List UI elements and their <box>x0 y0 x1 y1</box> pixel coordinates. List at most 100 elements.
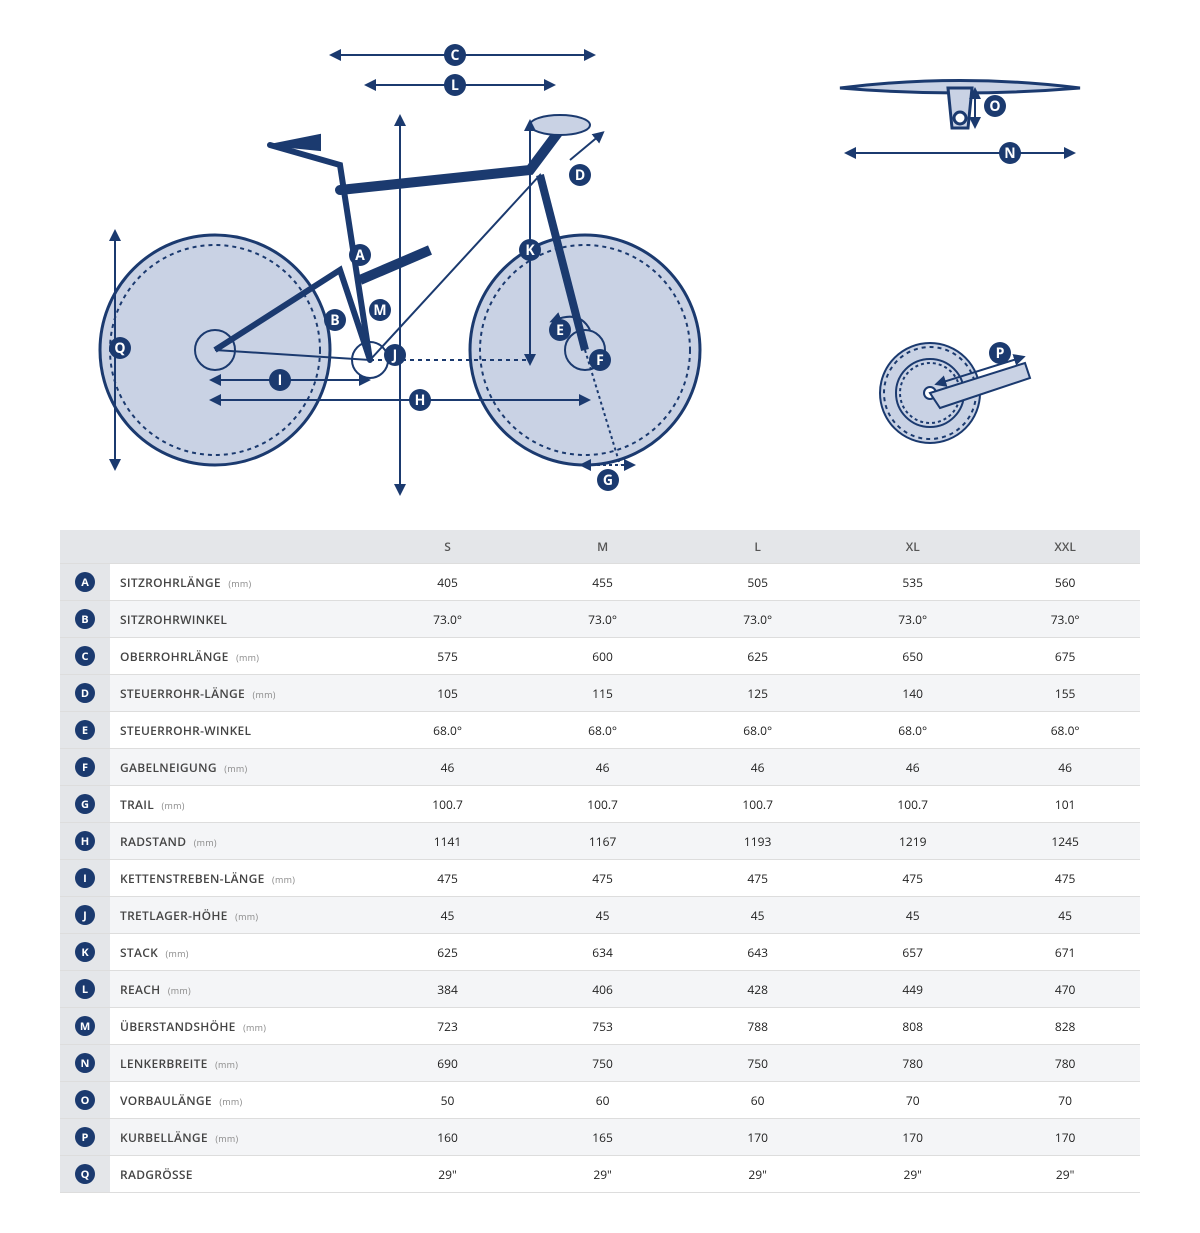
row-value: 29" <box>990 1156 1140 1193</box>
row-value: 723 <box>370 1008 525 1045</box>
row-label: GABELNEIGUNG (mm) <box>110 749 370 786</box>
geo-row: JTRETLAGER-HÖHE (mm)4545454545 <box>60 897 1140 934</box>
row-value: 60 <box>525 1082 680 1119</box>
row-label: RADGRÖSSE <box>110 1156 370 1193</box>
dim-badge-f: F <box>589 349 611 371</box>
row-value: 46 <box>370 749 525 786</box>
svg-text:C: C <box>451 46 460 65</box>
geo-row: PKURBELLÄNGE (mm)160165170170170 <box>60 1119 1140 1156</box>
svg-text:M: M <box>373 301 386 320</box>
row-value: 828 <box>990 1008 1140 1045</box>
row-label: STEUERROHR-LÄNGE (mm) <box>110 675 370 712</box>
svg-text:P: P <box>996 344 1005 363</box>
row-label: KURBELLÄNGE (mm) <box>110 1119 370 1156</box>
row-value: 46 <box>525 749 680 786</box>
row-value: 475 <box>680 860 835 897</box>
row-value: 105 <box>370 675 525 712</box>
geo-row: KSTACK (mm)625634643657671 <box>60 934 1140 971</box>
row-value: 70 <box>990 1082 1140 1119</box>
row-value: 428 <box>680 971 835 1008</box>
row-value: 780 <box>990 1045 1140 1082</box>
row-value: 170 <box>990 1119 1140 1156</box>
svg-text:D: D <box>575 166 585 185</box>
dim-badge-e: E <box>549 319 571 341</box>
geo-row: MÜBERSTANDSHÖHE (mm)723753788808828 <box>60 1008 1140 1045</box>
dim-badge-a: A <box>349 244 371 266</box>
row-value: 405 <box>370 564 525 601</box>
row-value: 155 <box>990 675 1140 712</box>
row-label: REACH (mm) <box>110 971 370 1008</box>
row-value: 1193 <box>680 823 835 860</box>
geo-row: ASITZROHRLÄNGE (mm)405455505535560 <box>60 564 1140 601</box>
row-value: 46 <box>990 749 1140 786</box>
row-value: 73.0° <box>370 601 525 638</box>
row-value: 140 <box>835 675 990 712</box>
row-key-badge: C <box>75 646 95 666</box>
dim-badge-g: G <box>597 469 619 491</box>
row-value: 160 <box>370 1119 525 1156</box>
svg-text:G: G <box>603 471 613 490</box>
row-value: 101 <box>990 786 1140 823</box>
row-label: SITZROHRWINKEL <box>110 601 370 638</box>
row-value: 1167 <box>525 823 680 860</box>
dim-badge-o: O <box>984 95 1006 117</box>
row-key-badge: F <box>75 757 95 777</box>
svg-text:K: K <box>525 241 535 260</box>
row-value: 68.0° <box>525 712 680 749</box>
row-label: RADSTAND (mm) <box>110 823 370 860</box>
dim-badge-p: P <box>989 342 1011 364</box>
row-value: 68.0° <box>990 712 1140 749</box>
row-value: 45 <box>525 897 680 934</box>
row-value: 505 <box>680 564 835 601</box>
row-value: 46 <box>835 749 990 786</box>
row-value: 100.7 <box>835 786 990 823</box>
geometry-diagram: ABCDEFGHIJKLMQ O N <box>60 20 1140 500</box>
row-value: 634 <box>525 934 680 971</box>
row-value: 45 <box>370 897 525 934</box>
row-value: 657 <box>835 934 990 971</box>
row-value: 671 <box>990 934 1140 971</box>
row-value: 165 <box>525 1119 680 1156</box>
row-value: 406 <box>525 971 680 1008</box>
dim-badge-h: H <box>409 389 431 411</box>
row-key-badge: P <box>75 1127 95 1147</box>
svg-text:B: B <box>330 311 339 330</box>
row-label: TRAIL (mm) <box>110 786 370 823</box>
row-key-badge: E <box>75 720 95 740</box>
row-key-badge: Q <box>75 1164 95 1184</box>
row-value: 68.0° <box>680 712 835 749</box>
size-col: XXL <box>990 530 1140 564</box>
geo-row: OVORBAULÄNGE (mm)5060607070 <box>60 1082 1140 1119</box>
svg-text:H: H <box>415 391 426 410</box>
row-key-badge: A <box>75 572 95 592</box>
row-value: 643 <box>680 934 835 971</box>
row-key-badge: G <box>75 794 95 814</box>
svg-text:O: O <box>989 97 1000 116</box>
row-key-badge: K <box>75 942 95 962</box>
row-key-badge: I <box>75 868 95 888</box>
dim-badge-m: M <box>369 299 391 321</box>
size-col: XL <box>835 530 990 564</box>
dim-badge-j: J <box>384 344 406 366</box>
row-key-badge: O <box>75 1090 95 1110</box>
geo-row: IKETTENSTREBEN-LÄNGE (mm)475475475475475 <box>60 860 1140 897</box>
row-value: 170 <box>835 1119 990 1156</box>
row-value: 100.7 <box>680 786 835 823</box>
row-label: KETTENSTREBEN-LÄNGE (mm) <box>110 860 370 897</box>
svg-text:E: E <box>556 321 564 340</box>
row-value: 625 <box>680 638 835 675</box>
row-label: LENKERBREITE (mm) <box>110 1045 370 1082</box>
dim-badge-n: N <box>999 142 1021 164</box>
svg-text:Q: Q <box>114 339 125 358</box>
row-value: 29" <box>370 1156 525 1193</box>
row-label: SITZROHRLÄNGE (mm) <box>110 564 370 601</box>
row-value: 45 <box>680 897 835 934</box>
row-value: 560 <box>990 564 1140 601</box>
bike-diagram: ABCDEFGHIJKLMQ <box>60 20 740 500</box>
row-value: 46 <box>680 749 835 786</box>
row-value: 60 <box>680 1082 835 1119</box>
row-key-badge: M <box>75 1016 95 1036</box>
row-value: 73.0° <box>680 601 835 638</box>
row-key-badge: D <box>75 683 95 703</box>
geo-row: QRADGRÖSSE29"29"29"29"29" <box>60 1156 1140 1193</box>
